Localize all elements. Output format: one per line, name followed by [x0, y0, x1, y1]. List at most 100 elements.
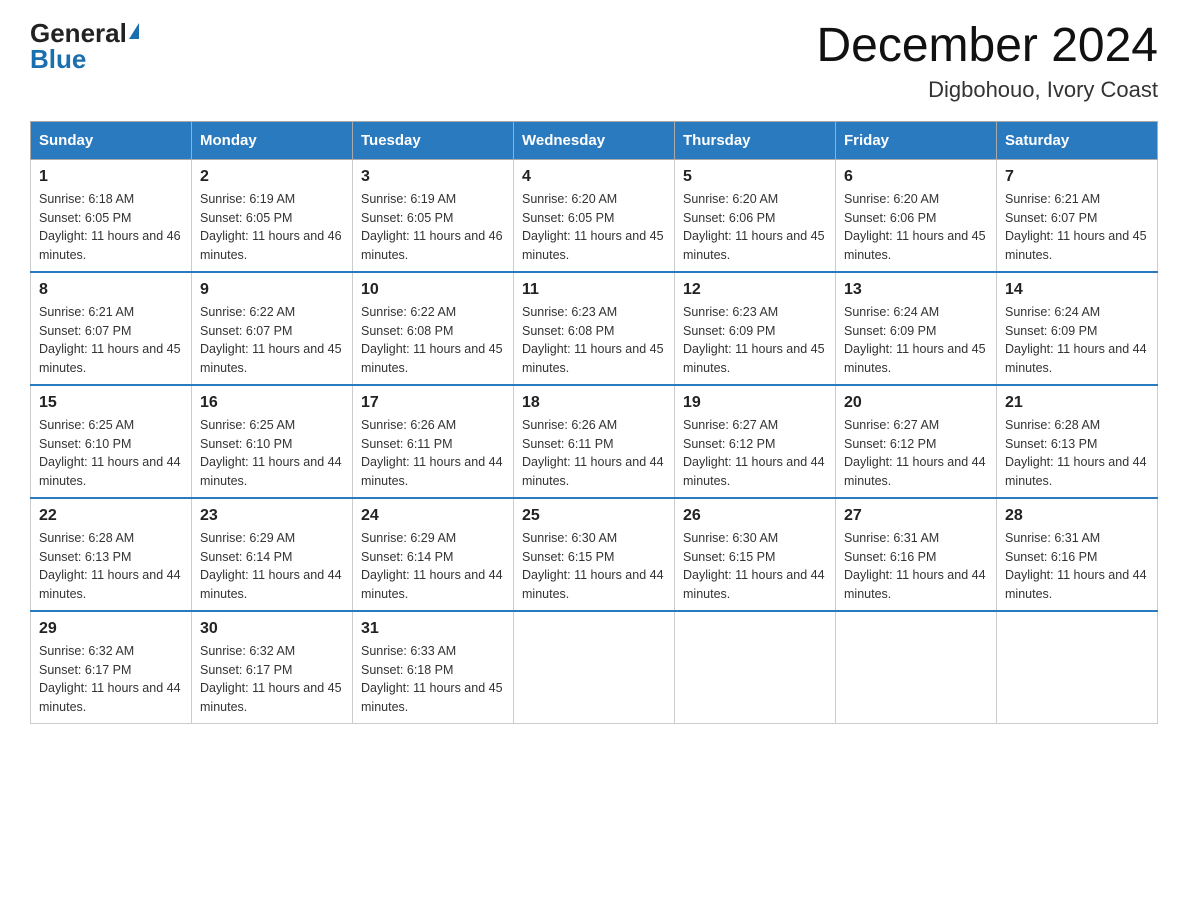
- calendar-cell: 1 Sunrise: 6:18 AM Sunset: 6:05 PM Dayli…: [31, 159, 192, 272]
- logo-blue-text: Blue: [30, 46, 86, 72]
- logo-general-text: General: [30, 20, 127, 46]
- day-info: Sunrise: 6:22 AM Sunset: 6:08 PM Dayligh…: [361, 303, 505, 378]
- calendar-cell: 31 Sunrise: 6:33 AM Sunset: 6:18 PM Dayl…: [353, 611, 514, 724]
- day-number: 18: [522, 394, 666, 412]
- day-number: 30: [200, 620, 344, 638]
- day-number: 9: [200, 281, 344, 299]
- day-number: 25: [522, 507, 666, 525]
- day-info: Sunrise: 6:27 AM Sunset: 6:12 PM Dayligh…: [683, 416, 827, 491]
- day-number: 20: [844, 394, 988, 412]
- day-info: Sunrise: 6:24 AM Sunset: 6:09 PM Dayligh…: [1005, 303, 1149, 378]
- day-number: 17: [361, 394, 505, 412]
- day-info: Sunrise: 6:22 AM Sunset: 6:07 PM Dayligh…: [200, 303, 344, 378]
- calendar-week-row: 15 Sunrise: 6:25 AM Sunset: 6:10 PM Dayl…: [31, 385, 1158, 498]
- weekday-header-tuesday: Tuesday: [353, 121, 514, 159]
- day-number: 19: [683, 394, 827, 412]
- calendar-cell: 8 Sunrise: 6:21 AM Sunset: 6:07 PM Dayli…: [31, 272, 192, 385]
- day-number: 6: [844, 168, 988, 186]
- day-info: Sunrise: 6:28 AM Sunset: 6:13 PM Dayligh…: [1005, 416, 1149, 491]
- calendar-week-row: 1 Sunrise: 6:18 AM Sunset: 6:05 PM Dayli…: [31, 159, 1158, 272]
- calendar-cell: 11 Sunrise: 6:23 AM Sunset: 6:08 PM Dayl…: [514, 272, 675, 385]
- weekday-header-friday: Friday: [836, 121, 997, 159]
- day-info: Sunrise: 6:29 AM Sunset: 6:14 PM Dayligh…: [361, 529, 505, 604]
- calendar-cell: [836, 611, 997, 724]
- logo: General Blue: [30, 20, 139, 72]
- day-number: 21: [1005, 394, 1149, 412]
- day-info: Sunrise: 6:29 AM Sunset: 6:14 PM Dayligh…: [200, 529, 344, 604]
- calendar-cell: 20 Sunrise: 6:27 AM Sunset: 6:12 PM Dayl…: [836, 385, 997, 498]
- calendar-cell: 30 Sunrise: 6:32 AM Sunset: 6:17 PM Dayl…: [192, 611, 353, 724]
- day-info: Sunrise: 6:21 AM Sunset: 6:07 PM Dayligh…: [39, 303, 183, 378]
- calendar-cell: 28 Sunrise: 6:31 AM Sunset: 6:16 PM Dayl…: [997, 498, 1158, 611]
- day-number: 4: [522, 168, 666, 186]
- calendar-cell: 3 Sunrise: 6:19 AM Sunset: 6:05 PM Dayli…: [353, 159, 514, 272]
- weekday-header-wednesday: Wednesday: [514, 121, 675, 159]
- calendar-cell: [997, 611, 1158, 724]
- calendar-table: SundayMondayTuesdayWednesdayThursdayFrid…: [30, 121, 1158, 724]
- day-number: 13: [844, 281, 988, 299]
- weekday-header-saturday: Saturday: [997, 121, 1158, 159]
- day-info: Sunrise: 6:28 AM Sunset: 6:13 PM Dayligh…: [39, 529, 183, 604]
- calendar-cell: 9 Sunrise: 6:22 AM Sunset: 6:07 PM Dayli…: [192, 272, 353, 385]
- day-number: 26: [683, 507, 827, 525]
- calendar-cell: 13 Sunrise: 6:24 AM Sunset: 6:09 PM Dayl…: [836, 272, 997, 385]
- page-title: December 2024: [816, 20, 1158, 73]
- calendar-cell: 7 Sunrise: 6:21 AM Sunset: 6:07 PM Dayli…: [997, 159, 1158, 272]
- calendar-cell: 24 Sunrise: 6:29 AM Sunset: 6:14 PM Dayl…: [353, 498, 514, 611]
- calendar-cell: 14 Sunrise: 6:24 AM Sunset: 6:09 PM Dayl…: [997, 272, 1158, 385]
- day-number: 8: [39, 281, 183, 299]
- day-number: 22: [39, 507, 183, 525]
- weekday-header-thursday: Thursday: [675, 121, 836, 159]
- day-number: 7: [1005, 168, 1149, 186]
- calendar-cell: 25 Sunrise: 6:30 AM Sunset: 6:15 PM Dayl…: [514, 498, 675, 611]
- day-info: Sunrise: 6:25 AM Sunset: 6:10 PM Dayligh…: [200, 416, 344, 491]
- day-number: 29: [39, 620, 183, 638]
- day-info: Sunrise: 6:24 AM Sunset: 6:09 PM Dayligh…: [844, 303, 988, 378]
- calendar-week-row: 29 Sunrise: 6:32 AM Sunset: 6:17 PM Dayl…: [31, 611, 1158, 724]
- day-info: Sunrise: 6:21 AM Sunset: 6:07 PM Dayligh…: [1005, 190, 1149, 265]
- day-info: Sunrise: 6:26 AM Sunset: 6:11 PM Dayligh…: [522, 416, 666, 491]
- calendar-cell: 19 Sunrise: 6:27 AM Sunset: 6:12 PM Dayl…: [675, 385, 836, 498]
- day-info: Sunrise: 6:20 AM Sunset: 6:05 PM Dayligh…: [522, 190, 666, 265]
- day-info: Sunrise: 6:23 AM Sunset: 6:09 PM Dayligh…: [683, 303, 827, 378]
- day-info: Sunrise: 6:20 AM Sunset: 6:06 PM Dayligh…: [683, 190, 827, 265]
- day-info: Sunrise: 6:31 AM Sunset: 6:16 PM Dayligh…: [1005, 529, 1149, 604]
- day-number: 3: [361, 168, 505, 186]
- calendar-cell: 27 Sunrise: 6:31 AM Sunset: 6:16 PM Dayl…: [836, 498, 997, 611]
- calendar-cell: 22 Sunrise: 6:28 AM Sunset: 6:13 PM Dayl…: [31, 498, 192, 611]
- calendar-cell: 16 Sunrise: 6:25 AM Sunset: 6:10 PM Dayl…: [192, 385, 353, 498]
- calendar-cell: 26 Sunrise: 6:30 AM Sunset: 6:15 PM Dayl…: [675, 498, 836, 611]
- calendar-cell: 4 Sunrise: 6:20 AM Sunset: 6:05 PM Dayli…: [514, 159, 675, 272]
- day-info: Sunrise: 6:32 AM Sunset: 6:17 PM Dayligh…: [39, 642, 183, 717]
- calendar-cell: 29 Sunrise: 6:32 AM Sunset: 6:17 PM Dayl…: [31, 611, 192, 724]
- calendar-week-row: 8 Sunrise: 6:21 AM Sunset: 6:07 PM Dayli…: [31, 272, 1158, 385]
- page-header: General Blue December 2024 Digbohouo, Iv…: [30, 20, 1158, 103]
- day-number: 31: [361, 620, 505, 638]
- calendar-cell: 2 Sunrise: 6:19 AM Sunset: 6:05 PM Dayli…: [192, 159, 353, 272]
- title-block: December 2024 Digbohouo, Ivory Coast: [816, 20, 1158, 103]
- day-info: Sunrise: 6:32 AM Sunset: 6:17 PM Dayligh…: [200, 642, 344, 717]
- day-number: 2: [200, 168, 344, 186]
- day-number: 11: [522, 281, 666, 299]
- calendar-week-row: 22 Sunrise: 6:28 AM Sunset: 6:13 PM Dayl…: [31, 498, 1158, 611]
- day-info: Sunrise: 6:26 AM Sunset: 6:11 PM Dayligh…: [361, 416, 505, 491]
- calendar-cell: [675, 611, 836, 724]
- day-number: 10: [361, 281, 505, 299]
- day-info: Sunrise: 6:23 AM Sunset: 6:08 PM Dayligh…: [522, 303, 666, 378]
- day-info: Sunrise: 6:30 AM Sunset: 6:15 PM Dayligh…: [683, 529, 827, 604]
- day-number: 27: [844, 507, 988, 525]
- calendar-cell: 10 Sunrise: 6:22 AM Sunset: 6:08 PM Dayl…: [353, 272, 514, 385]
- day-number: 28: [1005, 507, 1149, 525]
- calendar-cell: 15 Sunrise: 6:25 AM Sunset: 6:10 PM Dayl…: [31, 385, 192, 498]
- calendar-cell: 23 Sunrise: 6:29 AM Sunset: 6:14 PM Dayl…: [192, 498, 353, 611]
- weekday-header-monday: Monday: [192, 121, 353, 159]
- day-number: 15: [39, 394, 183, 412]
- day-info: Sunrise: 6:20 AM Sunset: 6:06 PM Dayligh…: [844, 190, 988, 265]
- calendar-cell: 17 Sunrise: 6:26 AM Sunset: 6:11 PM Dayl…: [353, 385, 514, 498]
- day-info: Sunrise: 6:27 AM Sunset: 6:12 PM Dayligh…: [844, 416, 988, 491]
- calendar-cell: [514, 611, 675, 724]
- day-info: Sunrise: 6:31 AM Sunset: 6:16 PM Dayligh…: [844, 529, 988, 604]
- day-info: Sunrise: 6:19 AM Sunset: 6:05 PM Dayligh…: [361, 190, 505, 265]
- day-number: 24: [361, 507, 505, 525]
- day-info: Sunrise: 6:25 AM Sunset: 6:10 PM Dayligh…: [39, 416, 183, 491]
